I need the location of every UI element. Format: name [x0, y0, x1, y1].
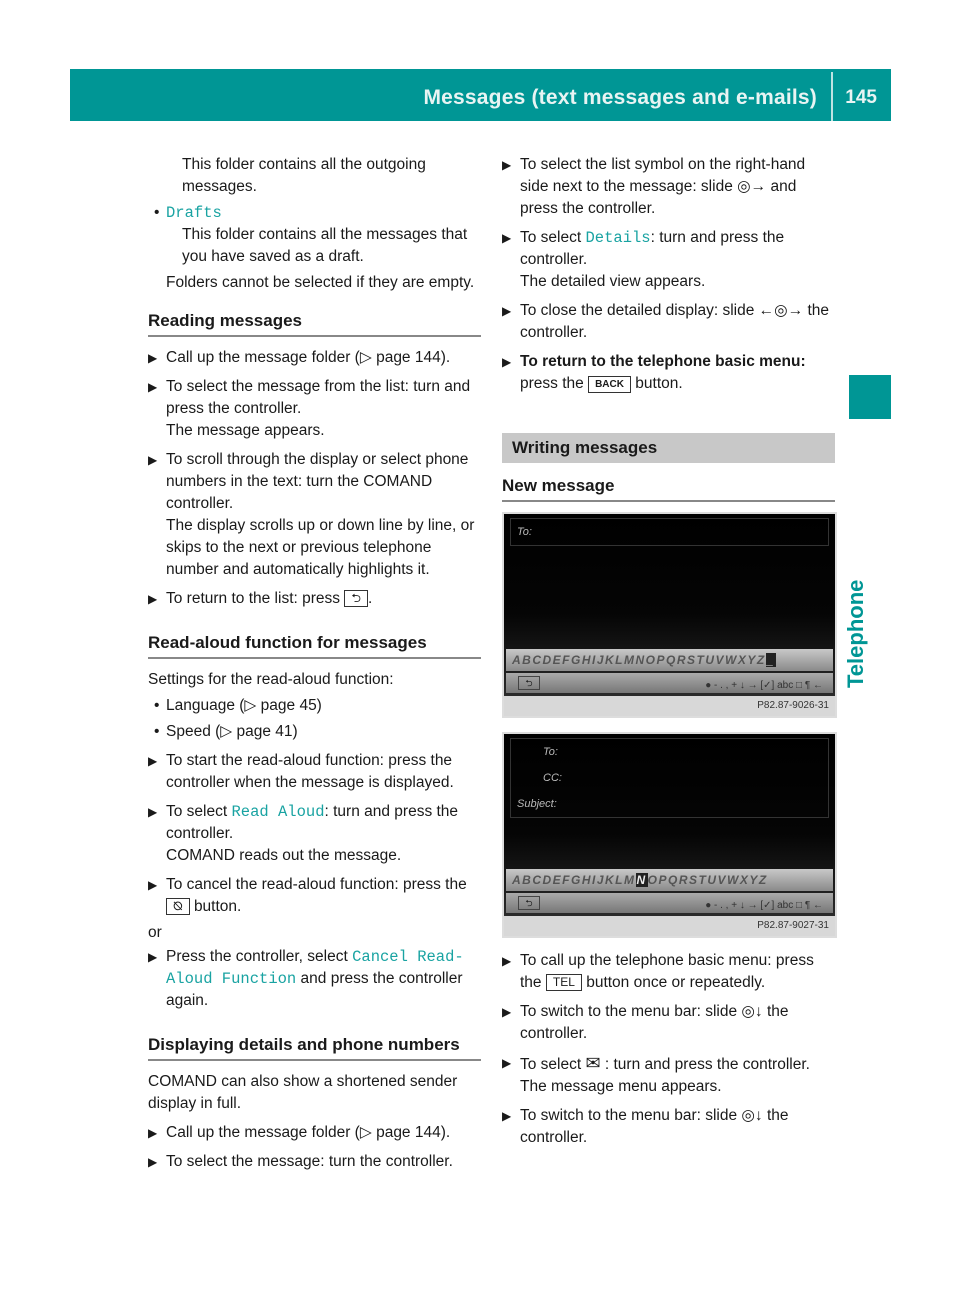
bullet-speed: Speed (▷ page 41)	[148, 721, 481, 743]
input-toolbar: ⮌ ● - . , + ↓ → [✓] abc □ ¶ ←	[506, 673, 833, 693]
back-key-icon: ⮌	[344, 590, 368, 607]
step: ▶ Call up the message folder (▷ page 144)…	[148, 347, 481, 369]
cc-field: CC:	[543, 772, 562, 784]
envelope-icon: ✉	[585, 1053, 601, 1073]
figure-code: P82.87-9026-31	[504, 696, 835, 716]
to-field: To:	[517, 526, 532, 538]
section-band-writing-messages: Writing messages	[502, 433, 835, 463]
heading-displaying-details: Displaying details and phone numbers	[148, 1034, 481, 1061]
back-button-icon: BACK	[588, 376, 631, 393]
step-arrow-icon: ▶	[502, 954, 512, 968]
bullet-language: Language (▷ page 45)	[148, 695, 481, 717]
drafts-description: This folder contains all the messages th…	[182, 226, 468, 265]
toolbar-symbols: ● - . , + ↓ → [✓] abc □ ¶ ←	[705, 900, 823, 911]
toolbar-symbols: ● - . , + ↓ → [✓] abc □ ¶ ←	[705, 680, 823, 691]
step: ▶ To select Details: turn and press the c…	[502, 229, 785, 290]
tel-button-icon: TEL	[545, 974, 582, 991]
step-arrow-icon: ▶	[148, 592, 158, 606]
step: ▶ To cancel the read-aloud function: pres…	[148, 876, 467, 915]
step-arrow-icon: ▶	[148, 1126, 158, 1140]
heading-reading-messages: Reading messages	[148, 310, 481, 337]
header-divider	[831, 72, 833, 121]
step-arrow-icon: ▶	[502, 158, 512, 172]
step: ▶ To return to the telephone basic menu: p…	[502, 353, 806, 393]
step-arrow-icon: ▶	[148, 754, 158, 768]
left-column: This folder contains all the outgoing me…	[148, 154, 481, 1173]
step: ▶ To close the detailed display: slide ←◎…	[502, 302, 830, 341]
page-header: Messages (text messages and e-mails) 145	[70, 69, 891, 121]
step-arrow-icon: ▶	[148, 1155, 158, 1169]
step: ▶ To select ✉ : turn and press the contro…	[502, 1053, 810, 1095]
step-arrow-icon: ▶	[148, 351, 158, 365]
step-arrow-icon: ▶	[502, 1109, 512, 1123]
recipient-fields: To: CC: Subject:	[510, 738, 829, 818]
step-arrow-icon: ▶	[502, 1056, 512, 1070]
or-text: or	[148, 924, 162, 941]
character-bar: ABCDEFGHIJKLMNOPQRSTUVWXYZ	[506, 869, 833, 891]
chapter-tab-label: Telephone	[843, 579, 868, 688]
input-toolbar: ⮌ ● - . , + ↓ → [✓] abc □ ¶ ←	[506, 893, 833, 913]
right-column: ▶ To select the list symbol on the right-…	[502, 154, 837, 1149]
heading-read-aloud: Read-aloud function for messages	[148, 632, 481, 659]
step-arrow-icon: ▶	[148, 950, 158, 964]
step: ▶ Call up the message folder (▷ page 144)…	[148, 1122, 481, 1144]
to-field: To:	[543, 746, 558, 758]
recipient-fields: To:	[510, 518, 829, 546]
selected-character: _	[765, 653, 776, 667]
step-arrow-icon: ▶	[502, 1005, 512, 1019]
step: ▶ To start the read-aloud function: press…	[148, 752, 454, 791]
character-bar: ABCDEFGHIJKLMNOPQRSTUVWXYZ_	[506, 649, 833, 671]
back-icon: ⮌	[518, 676, 540, 690]
heading-new-message: New message	[502, 475, 835, 502]
screenshot-new-email: To: CC: Subject: ABCDEFGHIJKLMNOPQRSTUVW…	[502, 732, 837, 938]
details-intro: COMAND can also show a shortened sender …	[148, 1073, 458, 1112]
step: ▶ To select Read Aloud: turn and press th…	[148, 803, 459, 864]
step: ▶ To return to the list: press ⮌.	[148, 588, 481, 610]
outbox-description: This folder contains all the outgoing me…	[182, 156, 426, 195]
selected-character: N	[635, 873, 648, 887]
drafts-label: Drafts	[166, 204, 222, 222]
read-aloud-intro: Settings for the read-aloud function:	[148, 671, 394, 688]
subject-field: Subject:	[517, 798, 557, 810]
step: ▶ To select the message: turn the control…	[148, 1151, 481, 1173]
step: ▶ To switch to the menu bar: slide ◎↓ the…	[502, 1003, 789, 1042]
step-arrow-icon: ▶	[502, 231, 512, 245]
step: ▶ To scroll through the display or select…	[148, 451, 475, 578]
step-arrow-icon: ▶	[148, 878, 158, 892]
step-arrow-icon: ▶	[148, 805, 158, 819]
mute-key-icon: ⦰	[166, 898, 190, 915]
screenshot-new-sms: To: ABCDEFGHIJKLMNOPQRSTUVWXYZ_ ⮌ ● - . ,…	[502, 512, 837, 718]
figure-code: P82.87-9027-31	[504, 916, 835, 936]
details-menu-item: Details	[585, 229, 651, 247]
back-icon: ⮌	[518, 896, 540, 910]
step-arrow-icon: ▶	[502, 304, 512, 318]
step: ▶ To switch to the menu bar: slide ◎↓ the…	[502, 1107, 789, 1146]
chapter-tab: Telephone	[843, 548, 883, 688]
page-number: 145	[845, 87, 877, 108]
section-title: Messages (text messages and e-mails)	[423, 86, 817, 109]
step: ▶ To call up the telephone basic menu: pr…	[502, 952, 814, 991]
step: ▶ Press the controller, select Cancel Rea…	[148, 948, 464, 1009]
folders-note: Folders cannot be selected if they are e…	[166, 274, 475, 291]
step-arrow-icon: ▶	[148, 380, 158, 394]
chapter-tab-marker	[849, 375, 891, 419]
step: ▶ To select the message from the list: tu…	[148, 378, 471, 439]
step: ▶ To select the list symbol on the right-…	[502, 156, 806, 217]
step-arrow-icon: ▶	[502, 355, 512, 369]
step-arrow-icon: ▶	[148, 453, 158, 467]
drafts-item: Drafts	[148, 202, 481, 224]
read-aloud-menu-item: Read Aloud	[231, 803, 325, 821]
